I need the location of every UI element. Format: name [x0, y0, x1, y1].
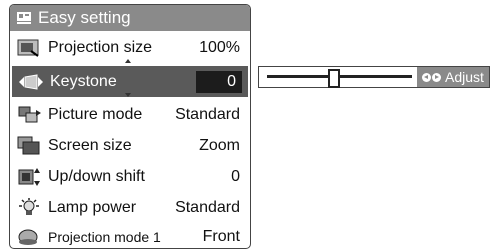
easy-setting-panel: Easy setting Projection size 100% Keysto… [9, 4, 251, 249]
panel-title: Easy setting [38, 8, 131, 27]
slider-track-area[interactable] [267, 67, 412, 88]
menu-item-label: Picture mode [48, 105, 143, 123]
menu-item-value: 0 [196, 70, 242, 93]
easy-setting-icon [17, 12, 31, 24]
menu-item-value: Standard [175, 198, 240, 216]
left-right-arrows-icon [422, 72, 442, 82]
scroll-down-icon [125, 93, 131, 97]
menu-item-label: Up/down shift [48, 167, 145, 185]
menu-item-picture-mode[interactable]: Picture mode Standard [10, 99, 250, 130]
menu-item-screen-size[interactable]: Screen size Zoom [10, 130, 250, 161]
menu-item-value: Standard [175, 105, 240, 123]
menu-item-label: Projection mode 1 [48, 228, 161, 245]
keystone-slider[interactable]: Adjust [258, 66, 490, 88]
menu-item-label: Screen size [48, 136, 132, 154]
scroll-up-icon [125, 59, 131, 63]
menu-item-up-down-shift[interactable]: Up/down shift 0 [10, 161, 250, 192]
menu-item-label: Projection size [48, 38, 153, 56]
menu-item-lamp-power[interactable]: Lamp power Standard [10, 192, 250, 223]
up-down-shift-icon [18, 167, 40, 186]
adjust-hint: Adjust [417, 67, 489, 87]
projection-size-icon [17, 39, 39, 57]
projection-mode-icon [18, 229, 38, 245]
menu-item-value: 100% [199, 38, 240, 56]
panel-header: Easy setting [10, 5, 250, 31]
menu-item-value: Front [202, 227, 240, 245]
keystone-icon [19, 73, 43, 90]
menu-item-label: Keystone [50, 72, 117, 90]
menu-item-value: Zoom [199, 136, 240, 154]
slider-handle[interactable] [327, 69, 340, 88]
adjust-label: Adjust [445, 69, 484, 85]
menu-item-value: 0 [231, 167, 240, 185]
lamp-power-icon [19, 197, 39, 215]
menu-item-label: Lamp power [48, 198, 137, 216]
menu-item-projection-mode[interactable]: Projection mode 1 Front [10, 221, 250, 248]
picture-mode-icon [18, 106, 41, 122]
screen-size-icon [17, 136, 40, 154]
